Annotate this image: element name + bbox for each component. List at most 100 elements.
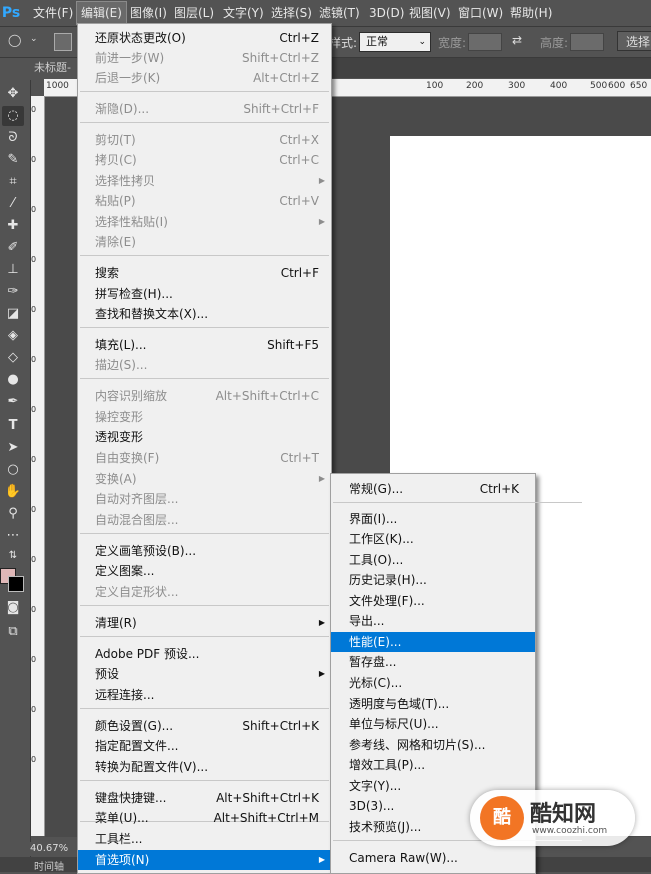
preferences_submenu-item[interactable]: 光标(C)... [331,673,535,693]
edit_menu-item[interactable]: 自动混合图层... [78,510,331,530]
clone-stamp-icon[interactable]: ⊥ [2,260,24,280]
edit_menu-item[interactable]: 剪切(T) Ctrl+X [78,130,331,150]
menu-separator [80,636,329,637]
chevron-down-icon[interactable]: ⌄ [30,34,38,44]
edit_menu-item[interactable]: 操控变形 [78,407,331,427]
path-select-icon[interactable]: ➤ [2,438,24,458]
history-brush-icon[interactable]: ✑ [2,282,24,302]
paint-bucket-icon[interactable]: ◈ [2,326,24,346]
preferences_submenu-item[interactable]: 常规(G)... Ctrl+K [331,479,535,499]
edit_menu-item[interactable]: 定义画笔预设(B)... [78,541,331,561]
edit_menu-item[interactable]: 内容识别缩放 Alt+Shift+Ctrl+C [78,386,331,406]
eraser-icon[interactable]: ◪ [2,304,24,324]
move-icon[interactable]: ✥ [2,84,24,104]
edit_menu-item[interactable]: 选择性拷贝 ▶ [78,171,331,191]
new-selection-icon[interactable] [54,33,72,51]
zoom-level[interactable]: 40.67% [30,842,78,856]
type-icon[interactable]: T [2,416,24,436]
preferences_submenu-item[interactable]: 增效工具(P)... [331,755,535,775]
edit_menu-item[interactable]: 首选项(N) ▶ [78,850,331,870]
preferences_submenu-item[interactable]: 透明度与色域(T)... [331,694,535,714]
select-and-mask-button[interactable]: 选择 [617,31,651,51]
brush-icon[interactable]: ✐ [2,238,24,258]
edit_menu-item[interactable]: 渐隐(D)... Shift+Ctrl+F [78,99,331,119]
edit_menu-item[interactable]: 颜色设置(G)... Shift+Ctrl+K [78,716,331,736]
edit_menu-item[interactable]: 定义图案... [78,561,331,581]
edit_menu-item[interactable]: 变换(A) ▶ [78,469,331,489]
zoom-icon[interactable]: ⚲ [2,504,24,524]
crop-icon[interactable]: ⌗ [2,172,24,192]
preferences_submenu-item[interactable]: 文件处理(F)... [331,591,535,611]
preferences_submenu-item[interactable]: 单位与标尺(U)... [331,714,535,734]
style-select[interactable]: 正常 ⌄ [359,32,431,52]
swap-colors-icon[interactable]: ⇅ [2,546,24,566]
preferences_submenu-item[interactable]: 界面(I)... [331,509,535,529]
ruler-tick: 0 [31,205,37,214]
menu-0[interactable]: 文件(F) [29,0,77,26]
edit_menu-item[interactable]: 预设 ▶ [78,664,331,684]
swap-dimensions-icon[interactable]: ⇄ [512,33,522,47]
edit_menu-item[interactable]: 填充(L)... Shift+F5 [78,335,331,355]
edit_menu-item[interactable]: 还原状态更改(O) Ctrl+Z [78,28,331,48]
elliptical-marquee-icon[interactable]: ◌ [2,106,24,126]
eyedropper-icon[interactable]: ⁄ [2,194,24,214]
preferences_submenu-item[interactable]: 性能(E)... [331,632,535,652]
preferences_submenu-item[interactable]: Camera Raw(W)... [331,848,535,868]
edit_menu-item[interactable]: 拼写检查(H)... [78,284,331,304]
edit_menu-item[interactable]: 菜单(U)... Alt+Shift+Ctrl+M [78,808,331,828]
background-color-swatch[interactable] [8,576,24,592]
blur-icon[interactable]: ◇ [2,348,24,368]
edit_menu-item[interactable]: 查找和替换文本(X)... [78,304,331,324]
lasso-icon[interactable]: ᘐ [2,128,24,148]
edit_menu-item[interactable]: 描边(S)... [78,355,331,375]
edit_menu-item[interactable]: 定义自定形状... [78,582,331,602]
preferences_submenu-item[interactable]: 暂存盘... [331,652,535,672]
quick-select-icon[interactable]: ✎ [2,150,24,170]
menu-9[interactable]: 窗口(W) [454,0,507,26]
preferences_submenu-item[interactable]: 历史记录(H)... [331,570,535,590]
ellipse-shape-icon[interactable]: ○ [2,460,24,480]
edit_menu-item[interactable]: 指定配置文件... [78,736,331,756]
elliptical-marquee-icon[interactable]: ◯ [8,33,21,47]
height-field[interactable] [570,33,604,51]
edit_menu-item[interactable]: 清除(E) [78,232,331,252]
edit_menu-item[interactable]: 前进一步(W) Shift+Ctrl+Z [78,48,331,68]
edit_menu-item[interactable]: 转换为配置文件(V)... [78,757,331,777]
edit_menu-item[interactable]: 远程连接... [78,685,331,705]
healing-brush-icon[interactable]: ✚ [2,216,24,236]
quick-mask-icon[interactable]: ◙ [2,598,24,618]
more-tools-icon[interactable]: ⋯ [2,526,24,546]
preferences_submenu-item[interactable]: 参考线、网格和切片(S)... [331,735,535,755]
submenu-arrow-icon: ▶ [318,855,325,864]
dodge-icon[interactable]: ● [2,370,24,390]
edit_menu-item[interactable]: 自由变换(F) Ctrl+T [78,448,331,468]
edit_menu-item[interactable]: 搜索 Ctrl+F [78,263,331,283]
edit_menu-item[interactable]: 选择性粘贴(I) ▶ [78,212,331,232]
menu-10[interactable]: 帮助(H) [506,0,556,26]
preferences_submenu-item[interactable]: 导出... [331,611,535,631]
edit_menu-item[interactable]: Adobe PDF 预设... [78,644,331,664]
hand-icon[interactable]: ✋ [2,482,24,502]
pen-icon[interactable]: ✒ [2,392,24,412]
menu-8[interactable]: 视图(V) [405,0,455,26]
menu-7[interactable]: 3D(D) [365,0,408,26]
menu-1[interactable]: 编辑(E) [76,1,127,25]
preferences_submenu-item[interactable]: 工作区(K)... [331,529,535,549]
edit_menu-item[interactable]: 自动对齐图层... [78,489,331,509]
preferences_submenu-item[interactable]: 工具(O)... [331,550,535,570]
edit_menu-item[interactable]: 工具栏... [78,829,331,849]
ruler-tick: 0 [31,505,37,514]
edit_menu-item-label: 工具栏... [95,832,143,846]
edit_menu-item-label: 粘贴(P) [95,194,136,208]
timeline-label[interactable]: 时间轴 [34,858,64,873]
edit_menu-item[interactable]: 后退一步(K) Alt+Ctrl+Z [78,68,331,88]
edit_menu-item[interactable]: 清理(R) ▶ [78,613,331,633]
preferences_submenu-item-label: 性能(E)... [349,635,402,649]
edit_menu-item[interactable]: 拷贝(C) Ctrl+C [78,150,331,170]
edit_menu-item[interactable]: 透视变形 [78,427,331,447]
screen-mode-icon[interactable]: ⧉ [2,622,24,642]
width-field[interactable] [468,33,502,51]
document-tab[interactable]: 未标题- [30,58,82,78]
edit_menu-item[interactable]: 粘贴(P) Ctrl+V [78,191,331,211]
edit_menu-item[interactable]: 键盘快捷键... Alt+Shift+Ctrl+K [78,788,331,808]
